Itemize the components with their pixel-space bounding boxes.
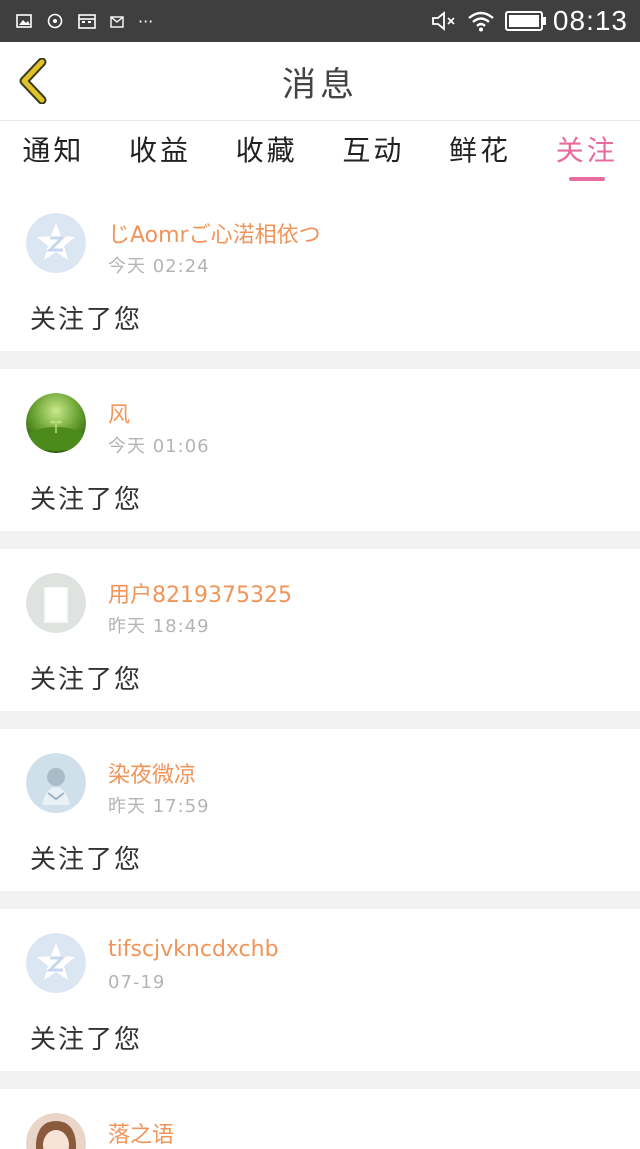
tab-label: 通知 — [22, 134, 85, 167]
girl-photo-avatar[interactable] — [26, 1113, 86, 1149]
user-name[interactable]: じAomrご心渃相依つ — [108, 217, 321, 249]
message-text: 关注了您 — [30, 485, 143, 515]
more-notifications: ··· — [138, 11, 154, 31]
tab-flowers[interactable]: 鲜花 — [427, 121, 534, 189]
back-chevron-icon[interactable] — [14, 58, 54, 104]
tab-label: 鲜花 — [449, 134, 512, 167]
message-time: 昨天 17:59 — [108, 796, 210, 817]
divider — [0, 891, 640, 909]
qq-z-avatar[interactable] — [26, 213, 86, 273]
message-time: 今天 01:06 — [108, 436, 210, 457]
divider — [0, 351, 640, 369]
package-icon — [110, 16, 124, 28]
chat-icon — [47, 13, 63, 29]
user-name[interactable]: 落之语 — [108, 1117, 174, 1149]
wifi-icon — [468, 11, 494, 32]
tab-follows[interactable]: 关注 — [533, 121, 640, 189]
message-text: 关注了您 — [30, 305, 143, 335]
tab-label: 关注 — [555, 134, 618, 167]
list-item[interactable]: tifscjvkncdxchb 07-19 关注了您 — [0, 909, 640, 1071]
list-item[interactable]: 染夜微凉 昨天 17:59 关注了您 — [0, 729, 640, 891]
mute-icon — [432, 11, 455, 31]
divider — [0, 531, 640, 549]
tab-favorites[interactable]: 收藏 — [213, 121, 320, 189]
qq-z-avatar[interactable] — [26, 933, 86, 993]
page-title: 消息 — [282, 64, 358, 105]
calendar-icon — [78, 14, 96, 29]
tab-label: 互动 — [342, 134, 405, 167]
list-item[interactable]: 风 今天 01:06 关注了您 — [0, 369, 640, 531]
user-name[interactable]: 用户8219375325 — [108, 577, 292, 609]
message-text: 关注了您 — [30, 1025, 143, 1055]
divider — [0, 1071, 640, 1089]
tab-notifications[interactable]: 通知 — [0, 121, 107, 189]
message-time: 07-19 — [108, 972, 166, 993]
status-bar: ··· 08:13 — [0, 0, 640, 42]
active-tab-indicator — [568, 177, 605, 181]
person-photo-avatar[interactable] — [26, 753, 86, 813]
tab-interactions[interactable]: 互动 — [320, 121, 427, 189]
message-time: 今天 02:24 — [108, 256, 210, 277]
status-time: 08:13 — [552, 5, 628, 36]
status-right-icons: 08:13 — [431, 5, 628, 37]
message-list: じAomrご心渃相依つ 今天 02:24 关注了您 风 今天 01:06 关注了… — [0, 189, 640, 1149]
grass-avatar[interactable] — [26, 393, 86, 453]
user-name[interactable]: tifscjvkncdxchb — [108, 937, 279, 962]
list-item[interactable]: じAomrご心渃相依つ 今天 02:24 关注了您 — [0, 189, 640, 351]
user-name[interactable]: 风 — [108, 397, 130, 429]
message-time: 昨天 18:49 — [108, 616, 210, 637]
default-silhouette-avatar[interactable] — [26, 573, 86, 633]
app-header: 消息 — [0, 42, 640, 121]
message-text: 关注了您 — [30, 845, 143, 875]
message-text: 关注了您 — [30, 665, 143, 695]
divider — [0, 711, 640, 729]
list-item[interactable]: 用户8219375325 昨天 18:49 关注了您 — [0, 549, 640, 711]
user-name[interactable]: 染夜微凉 — [108, 757, 196, 789]
battery-icon — [504, 11, 546, 31]
tab-bar: 通知 收益 收藏 互动 鲜花 关注 — [0, 121, 640, 189]
image-icon — [16, 14, 32, 28]
list-item[interactable]: 落之语 — [0, 1089, 640, 1149]
tab-label: 收益 — [129, 134, 192, 167]
status-left-icons: ··· — [16, 12, 153, 31]
tab-label: 收藏 — [235, 134, 298, 167]
tab-earnings[interactable]: 收益 — [107, 121, 214, 189]
